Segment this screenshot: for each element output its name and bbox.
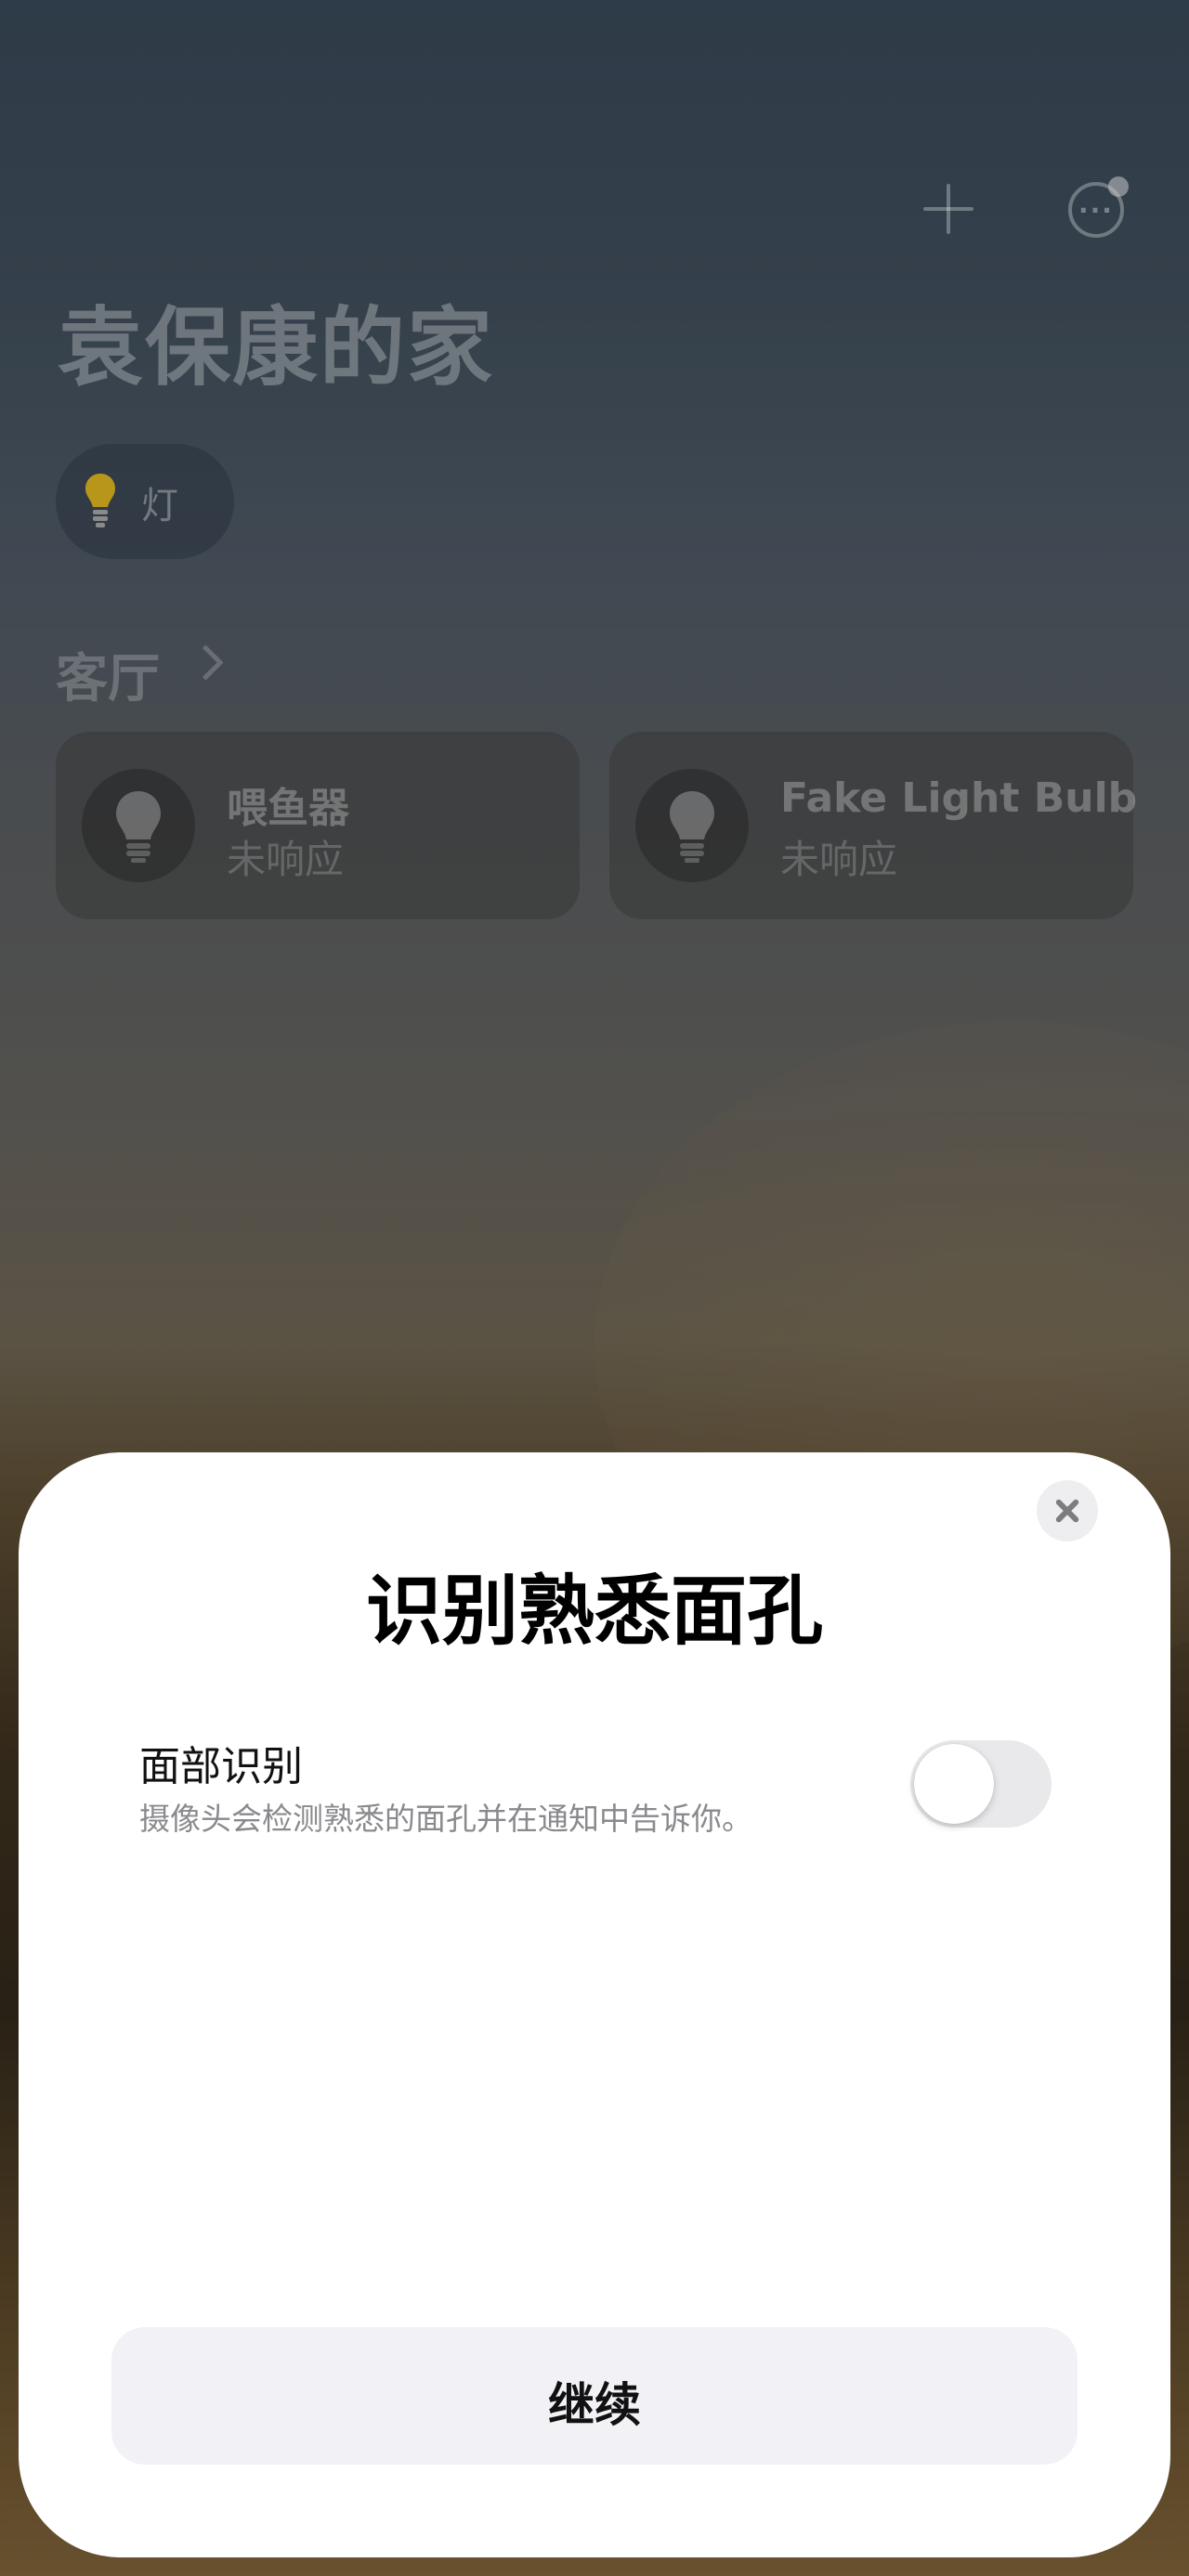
- close-icon[interactable]: [1037, 1480, 1098, 1542]
- accessory-status: 未响应: [227, 837, 345, 882]
- accessory-tile[interactable]: 喂鱼器 未响应: [56, 732, 580, 919]
- face-recognition-toggle[interactable]: [910, 1740, 1052, 1828]
- face-recognition-label: 面部识别: [139, 1743, 303, 1790]
- accessory-status: 未响应: [780, 837, 898, 882]
- lightbulb-icon: [116, 791, 161, 863]
- accessory-icon-circle: [82, 769, 195, 882]
- accessory-name: Fake Light Bulb: [780, 774, 1138, 822]
- continue-button-label: 继续: [548, 2378, 641, 2432]
- toggle-knob: [914, 1744, 994, 1824]
- lightbulb-icon: [85, 474, 115, 527]
- lightbulb-icon: [670, 791, 714, 863]
- category-chip-lights[interactable]: 灯: [56, 444, 234, 559]
- notification-badge: [1108, 176, 1129, 197]
- sheet-title: 识别熟悉面孔: [365, 1568, 823, 1656]
- continue-button[interactable]: 继续: [111, 2327, 1078, 2465]
- accessory-icon-circle: [635, 769, 749, 882]
- screen: ··· 袁保康的家 灯 客厅 喂鱼器 未响应 Fake Light Bulb 未…: [0, 0, 1189, 2576]
- room-title[interactable]: 客厅: [56, 637, 160, 712]
- category-chip-label: 灯: [141, 485, 178, 527]
- accessory-tile[interactable]: Fake Light Bulb 未响应: [609, 732, 1137, 919]
- accessory-name: 喂鱼器: [227, 785, 349, 832]
- plus-icon[interactable]: [918, 178, 979, 240]
- home-title: 袁保康的家: [58, 298, 495, 397]
- face-recognition-description: 摄像头会检测熟悉的面孔并在通知中告诉你。: [139, 1801, 752, 1837]
